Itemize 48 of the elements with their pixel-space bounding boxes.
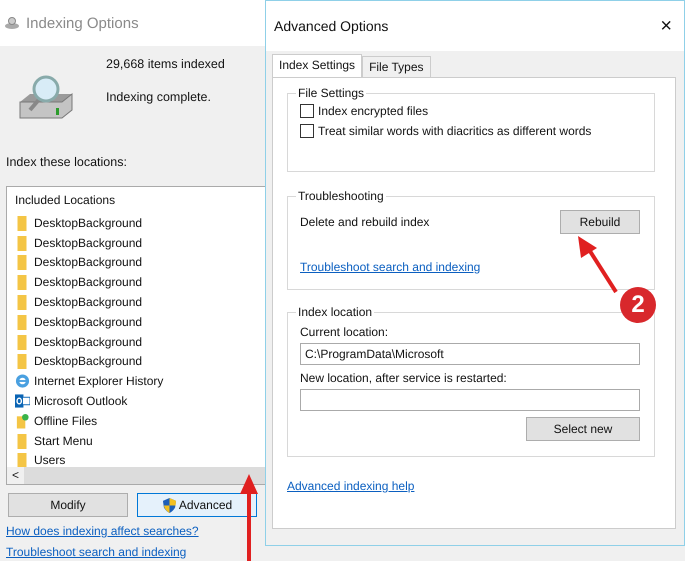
locations-label: Index these locations:	[6, 154, 127, 171]
location-name[interactable]: Offline Files	[34, 414, 98, 428]
dialog-title: Advanced Options	[274, 18, 388, 34]
checkbox[interactable]	[300, 124, 314, 138]
location-name[interactable]: Internet Explorer History	[34, 374, 164, 388]
window-title: Indexing Options	[26, 14, 139, 32]
list-header: Included Locations	[15, 193, 116, 207]
location-name[interactable]: DesktopBackground	[34, 295, 142, 310]
sync-folder-icon	[15, 412, 30, 429]
new-location-field[interactable]	[300, 389, 640, 411]
checkbox-label[interactable]: Index encrypted files	[318, 104, 428, 118]
group-title: Troubleshooting	[296, 189, 386, 203]
location-name[interactable]: Users	[34, 453, 66, 467]
horizontal-scrollbar[interactable]: <	[7, 467, 265, 484]
location-name[interactable]: DesktopBackground	[34, 354, 142, 368]
group-title: File Settings	[296, 86, 366, 100]
help-link[interactable]: How does indexing affect searches?	[6, 524, 199, 538]
location-name[interactable]: Start Menu	[34, 434, 93, 448]
rebuild-label: Delete and rebuild index	[300, 215, 430, 229]
location-name[interactable]: DesktopBackground	[34, 216, 142, 230]
globe-icon	[15, 373, 30, 390]
advanced-help-link[interactable]: Advanced indexing help	[287, 479, 414, 493]
location-name[interactable]: DesktopBackground	[34, 255, 142, 270]
advanced-button[interactable]: Advanced	[137, 493, 257, 517]
arrow	[578, 236, 618, 294]
modify-button[interactable]: Modify	[8, 493, 128, 517]
mail-icon	[15, 393, 30, 410]
checkbox[interactable]	[300, 104, 314, 118]
location-name[interactable]: Microsoft Outlook	[34, 394, 128, 408]
shield-icon	[162, 496, 177, 514]
tab[interactable]: File Types	[362, 56, 431, 77]
checkbox-label[interactable]: Treat similar words with diacritics as different words	[318, 124, 592, 138]
rebuild-button[interactable]: Rebuild	[560, 210, 640, 234]
location-name[interactable]: DesktopBackground	[34, 314, 142, 329]
troubleshoot-link[interactable]: Troubleshoot search and indexing	[300, 260, 480, 274]
close-button[interactable]: ×	[660, 14, 672, 38]
group-title: Index location	[296, 305, 374, 319]
location-name[interactable]: DesktopBackground	[34, 275, 142, 290]
tab[interactable]: Index Settings	[272, 54, 362, 77]
items-indexed-count: 29,668 items indexed	[106, 57, 225, 71]
location-name[interactable]: DesktopBackground	[34, 236, 142, 250]
current-location-field[interactable]: C:\ProgramData\Microsoft	[300, 343, 640, 365]
help-link[interactable]: Troubleshoot search and indexing	[6, 545, 186, 559]
current-location-label: Current location:	[300, 325, 388, 339]
location-name[interactable]: DesktopBackground	[34, 334, 142, 349]
new-location-label: New location, after service is restarted:	[300, 371, 507, 385]
indexing-status: Indexing complete.	[106, 90, 211, 104]
select-new-button[interactable]: Select new	[526, 417, 640, 441]
